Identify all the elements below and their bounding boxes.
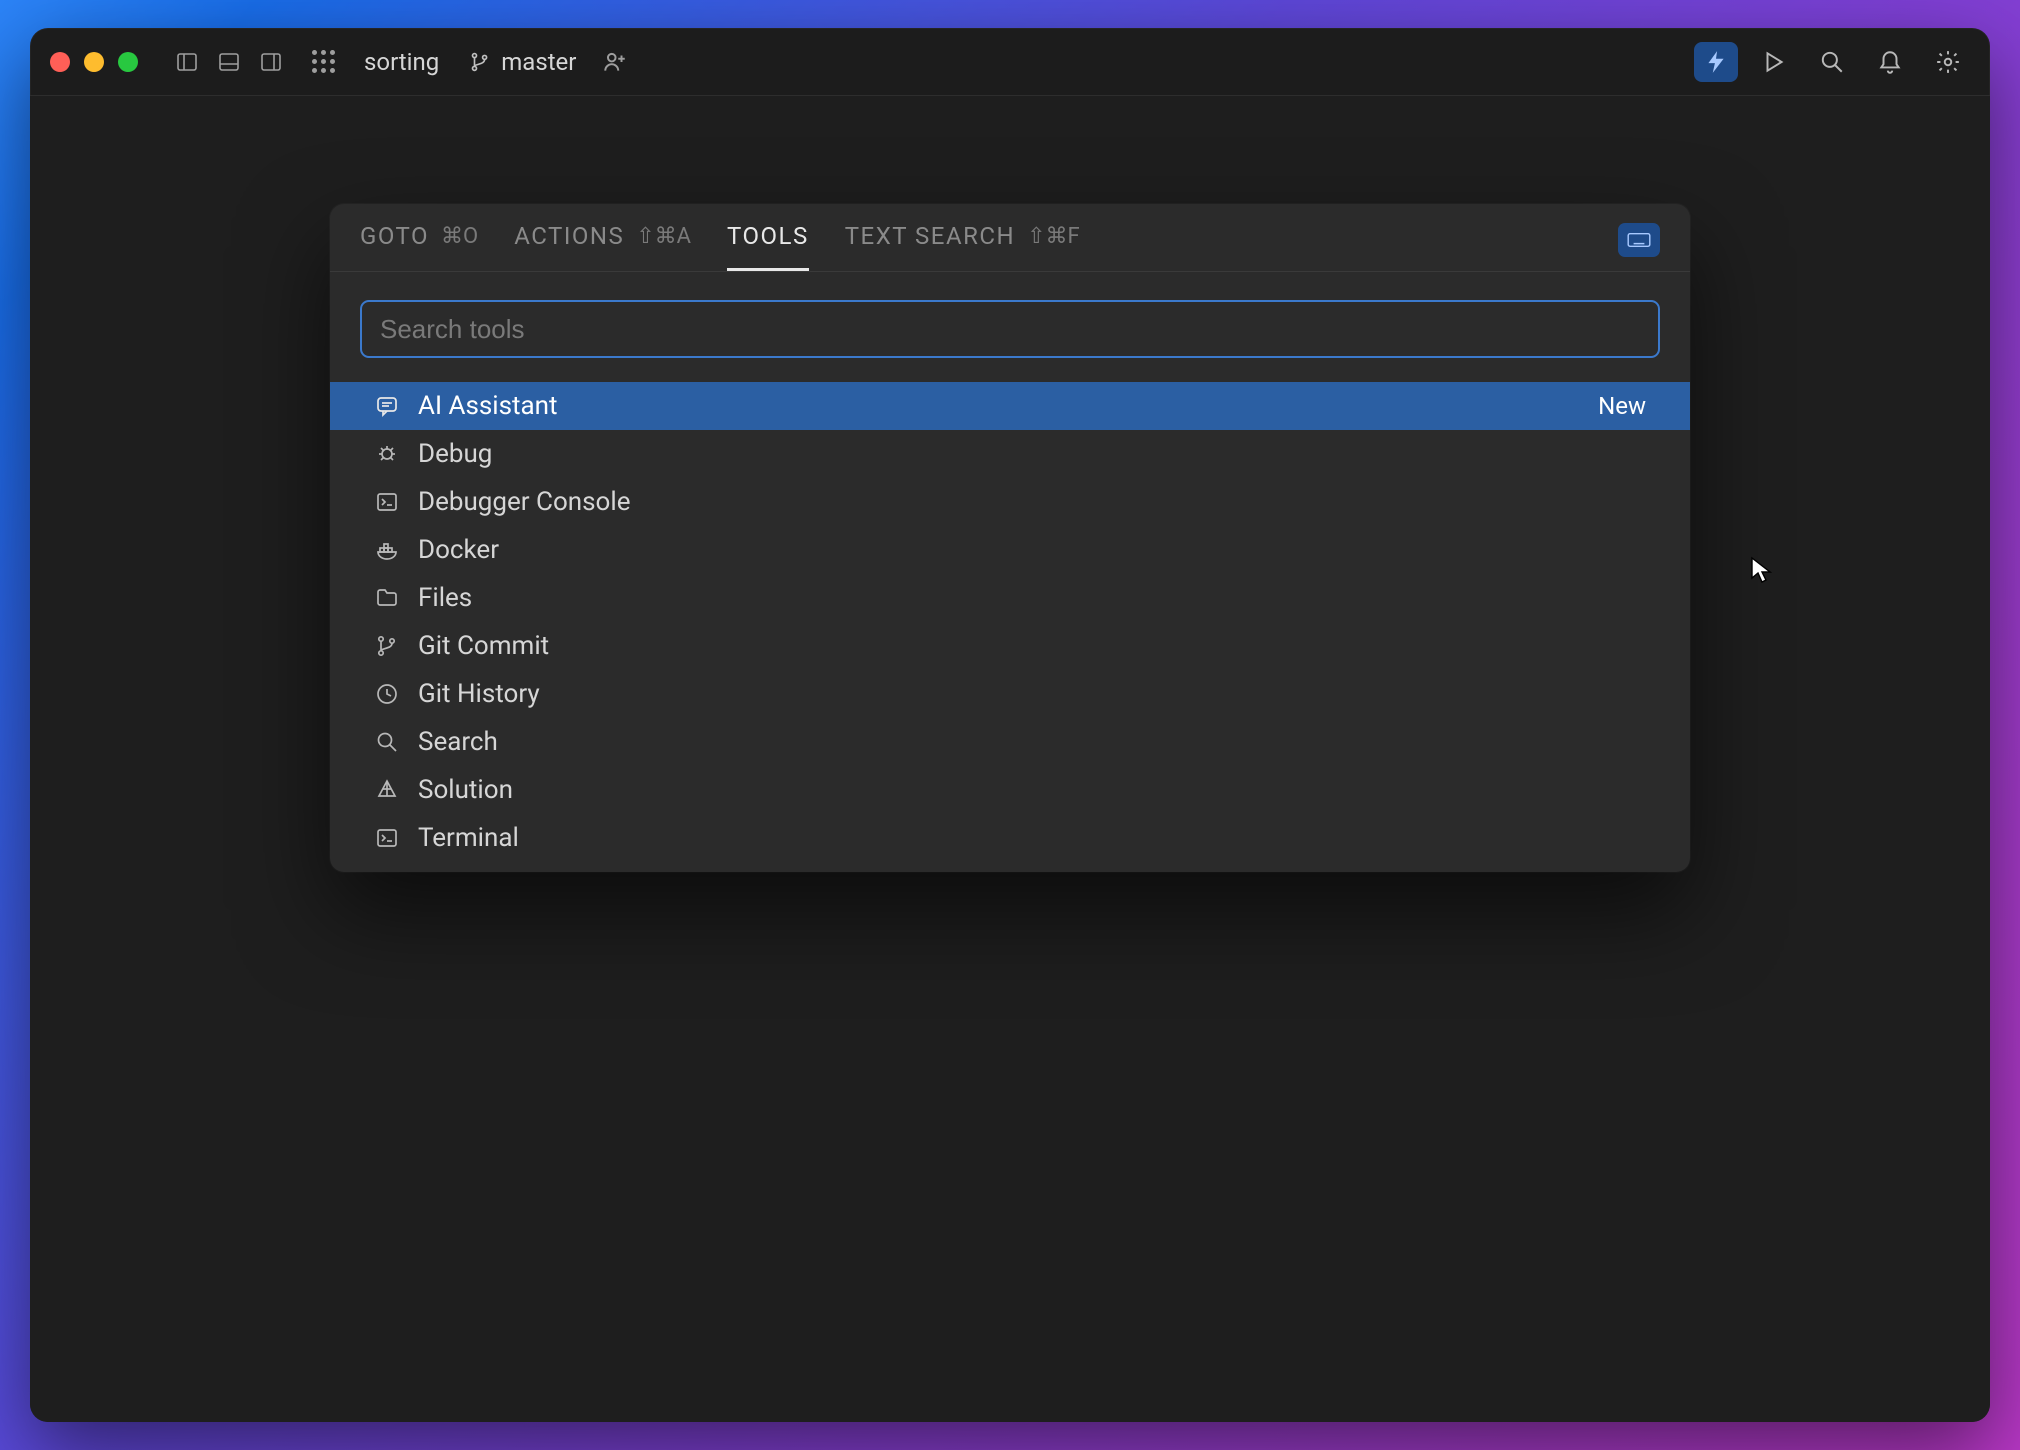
app-window: sorting master GOTO ⌘O ACTI	[30, 28, 1990, 1422]
chat-bubble-icon	[374, 393, 400, 419]
tab-label: GOTO	[360, 222, 429, 250]
ai-bolt-button[interactable]	[1694, 42, 1738, 82]
tab-text-search[interactable]: TEXT SEARCH ⇧⌘F	[845, 222, 1080, 271]
search-everywhere-popup: GOTO ⌘O ACTIONS ⇧⌘A TOOLS TEXT SEARCH ⇧⌘…	[330, 204, 1690, 872]
notifications-button[interactable]	[1868, 42, 1912, 82]
tool-item-git-commit[interactable]: Git Commit	[330, 622, 1690, 670]
tab-label: ACTIONS	[514, 222, 624, 250]
fullscreen-window-button[interactable]	[118, 52, 138, 72]
tool-item-solution[interactable]: Solution	[330, 766, 1690, 814]
tab-shortcut: ⇧⌘A	[636, 224, 691, 249]
tool-item-git-history[interactable]: Git History	[330, 670, 1690, 718]
settings-button[interactable]	[1926, 42, 1970, 82]
docker-icon	[374, 537, 400, 563]
keyboard-shortcuts-button[interactable]	[1618, 223, 1660, 257]
editor-body: GOTO ⌘O ACTIONS ⇧⌘A TOOLS TEXT SEARCH ⇧⌘…	[30, 96, 1990, 1422]
tool-list: AI Assistant New Debug Debugger Console Dock…	[330, 382, 1690, 872]
titlebar: sorting master	[30, 28, 1990, 96]
tab-label: TEXT SEARCH	[845, 222, 1015, 250]
clock-icon	[374, 681, 400, 707]
close-window-button[interactable]	[50, 52, 70, 72]
panel-left-icon[interactable]	[172, 47, 202, 77]
tool-item-search[interactable]: Search	[330, 718, 1690, 766]
tool-item-docker[interactable]: Docker	[330, 526, 1690, 574]
git-branch-icon	[469, 51, 491, 73]
tool-label: Search	[418, 727, 498, 757]
tab-actions[interactable]: ACTIONS ⇧⌘A	[514, 222, 691, 271]
tool-item-debugger-console[interactable]: Debugger Console	[330, 478, 1690, 526]
folder-icon	[374, 585, 400, 611]
tab-label: TOOLS	[727, 222, 809, 250]
tool-badge: New	[1598, 392, 1646, 420]
tool-item-files[interactable]: Files	[330, 574, 1690, 622]
tool-label: Git History	[418, 679, 540, 709]
solution-icon	[374, 777, 400, 803]
grid-icon	[312, 50, 335, 73]
search-input[interactable]	[360, 300, 1660, 358]
bug-icon	[374, 441, 400, 467]
run-button[interactable]	[1752, 42, 1796, 82]
minimize-window-button[interactable]	[84, 52, 104, 72]
tool-item-ai-assistant[interactable]: AI Assistant New	[330, 382, 1690, 430]
git-branch-icon	[374, 633, 400, 659]
panel-bottom-icon[interactable]	[214, 47, 244, 77]
tab-shortcut: ⌘O	[441, 224, 478, 249]
tool-label: Docker	[418, 535, 499, 565]
tool-item-debug[interactable]: Debug	[330, 430, 1690, 478]
branch-name: master	[501, 48, 576, 76]
console-icon	[374, 489, 400, 515]
tool-label: Terminal	[418, 823, 519, 853]
add-collaborator-button[interactable]	[602, 49, 628, 75]
tab-tools[interactable]: TOOLS	[727, 222, 809, 271]
branch-selector[interactable]: master	[469, 48, 576, 76]
tool-label: Debug	[418, 439, 492, 469]
tool-label: Files	[418, 583, 472, 613]
panel-right-icon[interactable]	[256, 47, 286, 77]
popup-tabs: GOTO ⌘O ACTIONS ⇧⌘A TOOLS TEXT SEARCH ⇧⌘…	[330, 204, 1690, 272]
tab-goto[interactable]: GOTO ⌘O	[360, 222, 478, 271]
mouse-cursor-icon	[1750, 556, 1772, 584]
tool-item-terminal[interactable]: Terminal	[330, 814, 1690, 862]
search-button[interactable]	[1810, 42, 1854, 82]
tool-label: Debugger Console	[418, 487, 631, 517]
tab-shortcut: ⇧⌘F	[1027, 224, 1080, 249]
tool-label: Git Commit	[418, 631, 549, 661]
traffic-lights	[50, 52, 138, 72]
tool-label: AI Assistant	[418, 391, 558, 421]
project-name[interactable]: sorting	[364, 48, 439, 76]
tool-label: Solution	[418, 775, 513, 805]
terminal-icon	[374, 825, 400, 851]
app-menu-button[interactable]	[308, 47, 338, 77]
search-icon	[374, 729, 400, 755]
